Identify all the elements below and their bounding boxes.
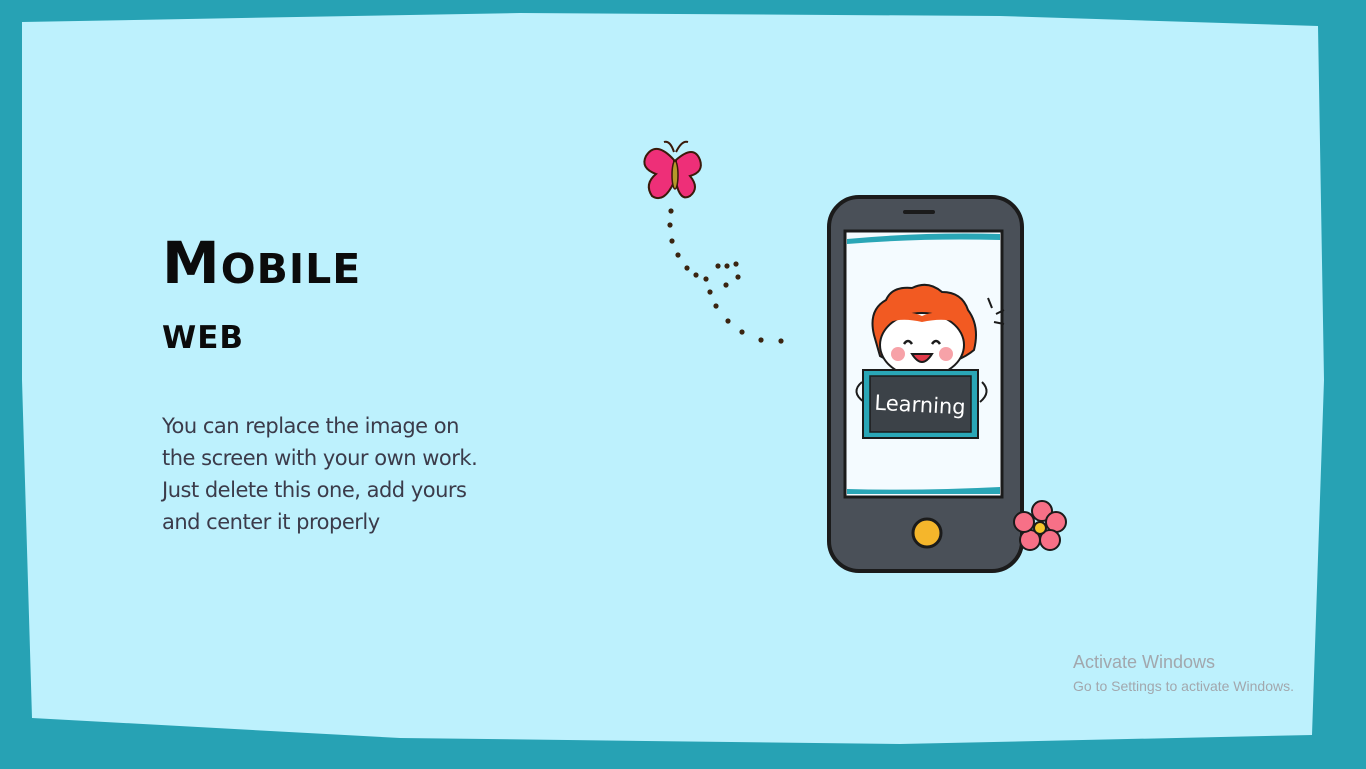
screen-sign-text: Learning — [874, 391, 966, 420]
slide-title-line-1: Mobile — [162, 229, 362, 297]
slide-title-line-2: web — [162, 308, 244, 359]
activate-windows-watermark: Activate Windows Go to Settings to activ… — [1073, 651, 1294, 696]
phone-illustration: Learning — [643, 140, 1067, 573]
flight-path-dots — [667, 208, 784, 344]
watermark-title: Activate Windows — [1073, 652, 1216, 672]
watermark-subtitle: Go to Settings to activate Windows. — [1073, 678, 1294, 694]
slide-body-text: You can replace the image on the screen … — [162, 414, 478, 534]
butterfly-icon — [643, 140, 702, 200]
